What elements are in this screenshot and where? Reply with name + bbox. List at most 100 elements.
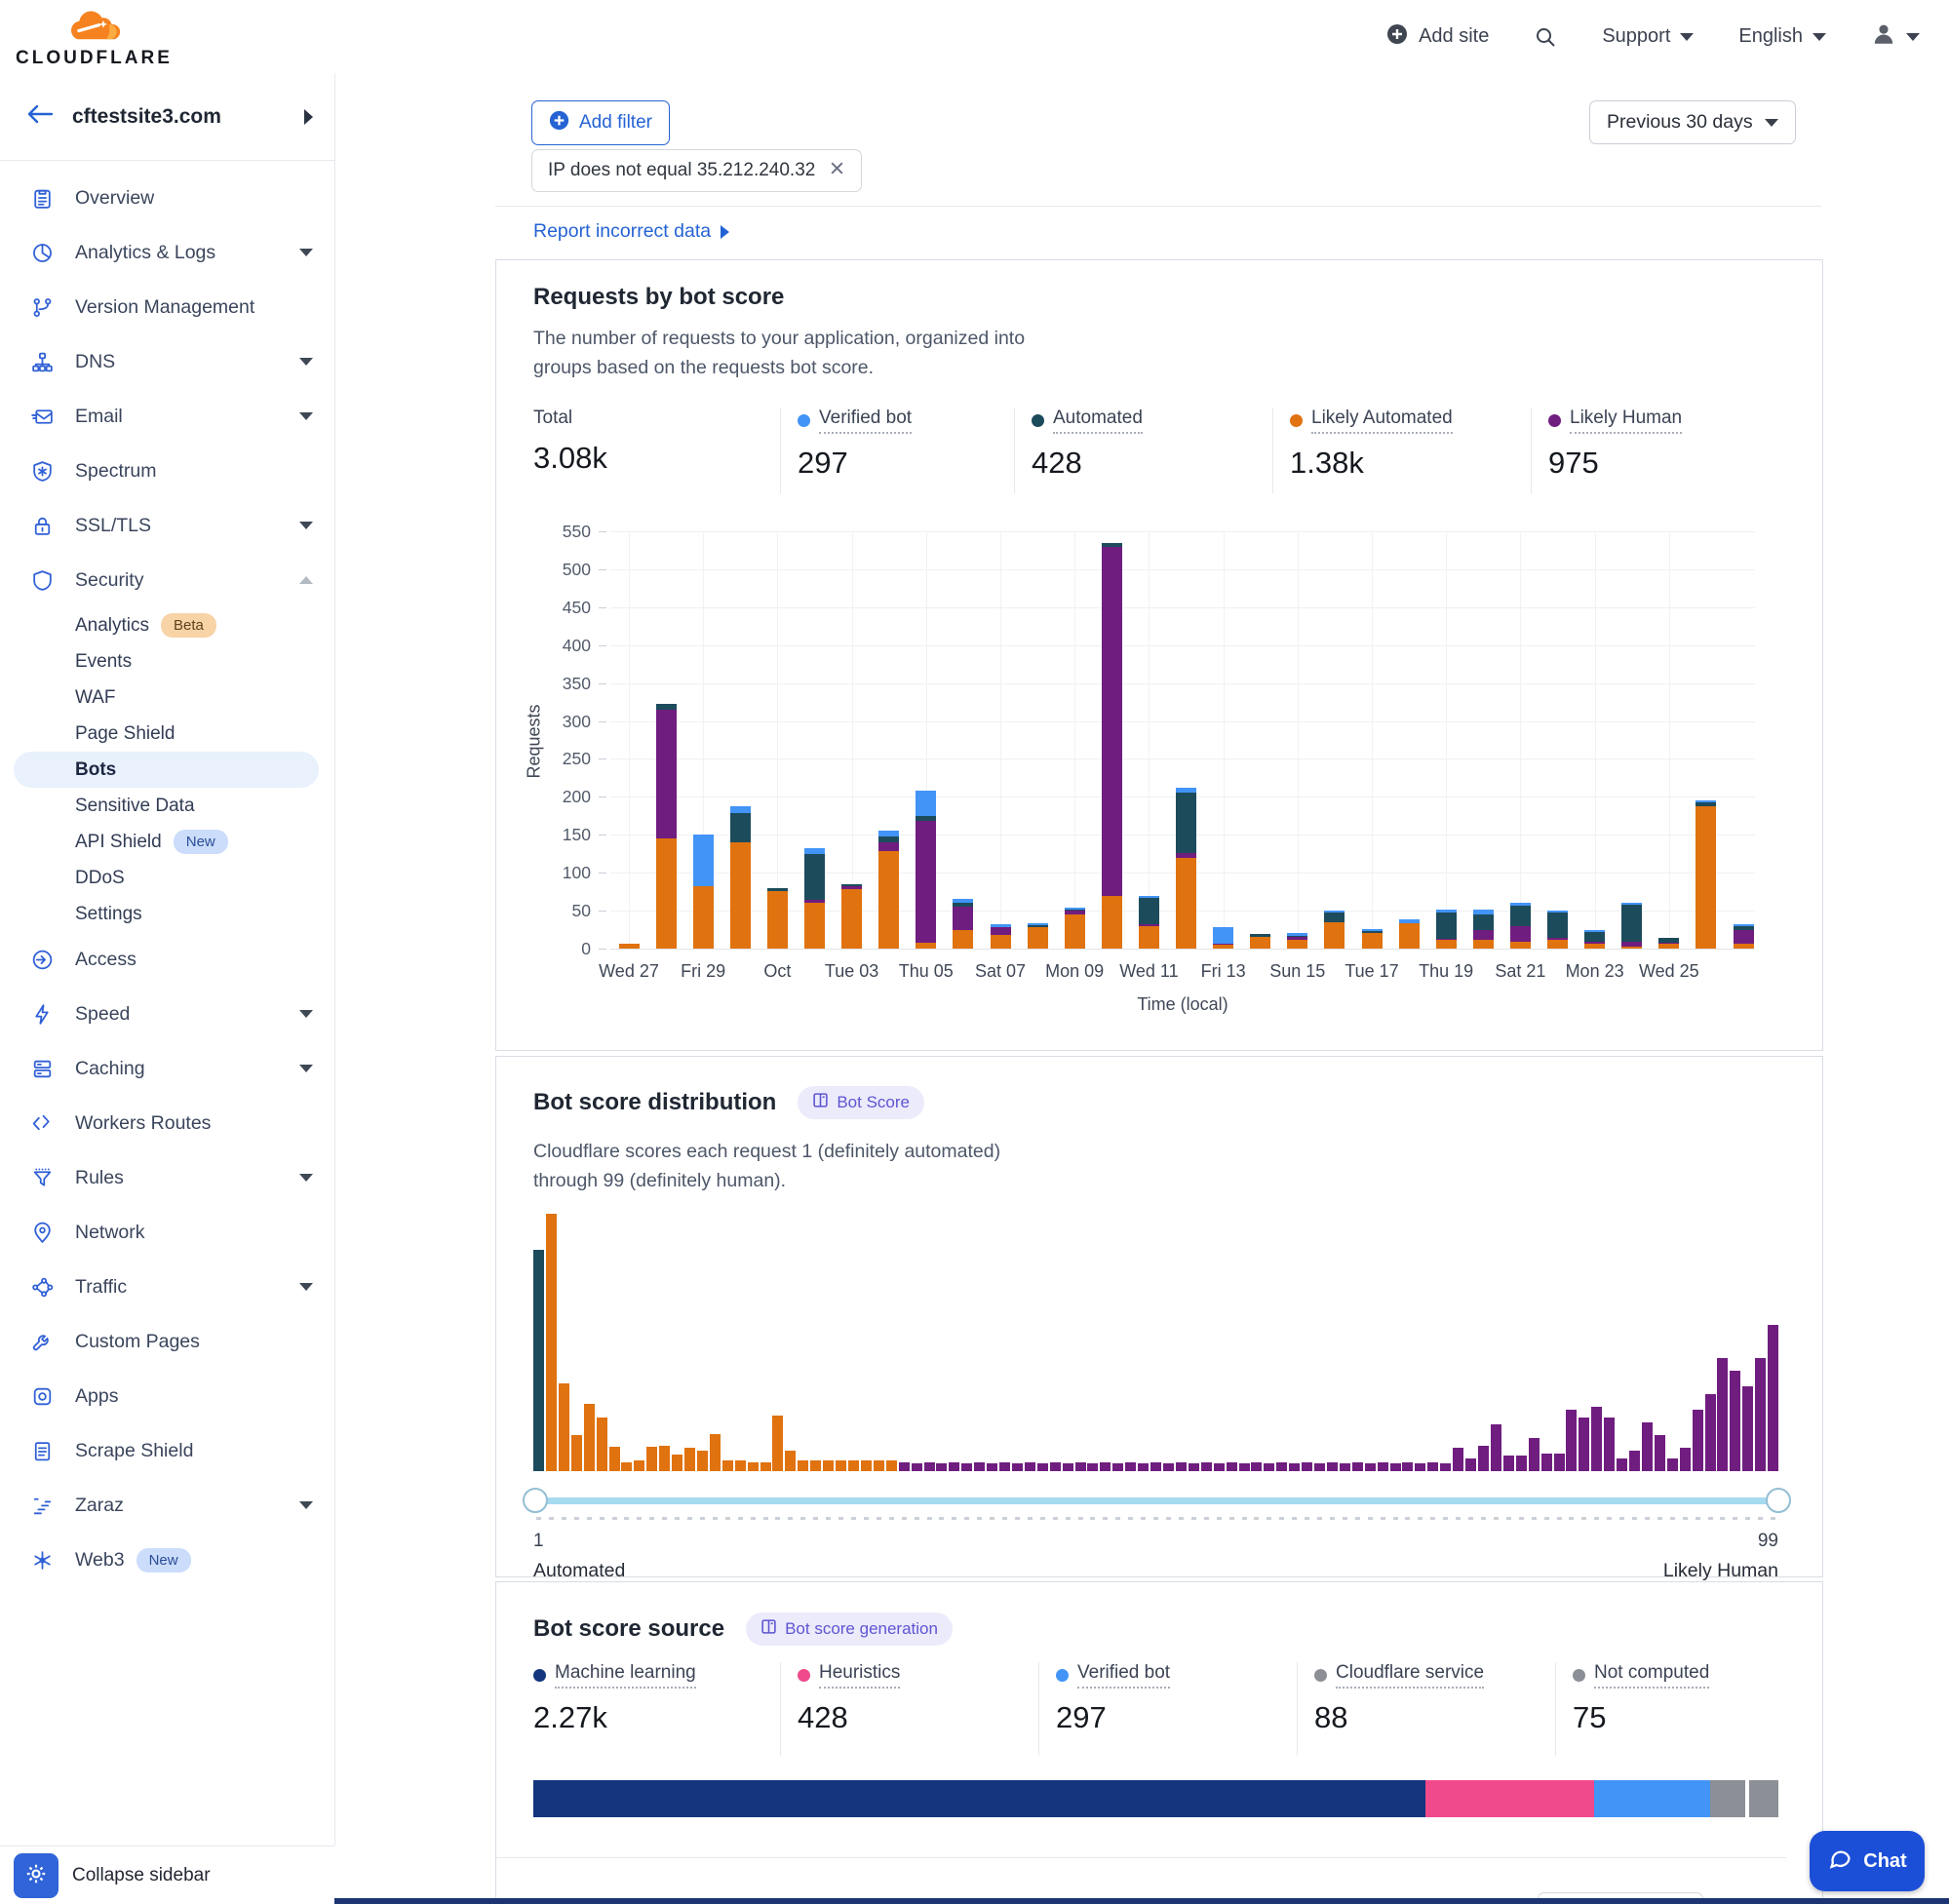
bar-segment-likely_automated[interactable] bbox=[1324, 922, 1345, 949]
histogram-bar[interactable] bbox=[999, 1462, 1010, 1471]
close-icon[interactable] bbox=[829, 160, 845, 182]
histogram-bar[interactable] bbox=[1491, 1424, 1501, 1471]
histogram-bar[interactable] bbox=[810, 1460, 821, 1471]
source-bar-segment-not-computed[interactable] bbox=[1749, 1780, 1778, 1817]
bar-segment-automated[interactable] bbox=[953, 903, 973, 908]
bar-segment-automated[interactable] bbox=[1473, 914, 1494, 930]
sidebar-item-spectrum[interactable]: Spectrum bbox=[0, 444, 334, 498]
report-incorrect-data-link[interactable]: Report incorrect data bbox=[533, 220, 729, 243]
bar-segment-likely_automated[interactable] bbox=[1547, 940, 1568, 949]
bar-segment-verified_bot[interactable] bbox=[1213, 927, 1233, 943]
histogram-bar[interactable] bbox=[772, 1416, 783, 1471]
back-arrow-icon[interactable] bbox=[25, 101, 55, 132]
stat-label-text[interactable]: Verified bot bbox=[1077, 1662, 1170, 1689]
bar-segment-likely_automated[interactable] bbox=[1696, 806, 1716, 949]
slider-handle-max[interactable] bbox=[1766, 1488, 1791, 1513]
histogram-bar[interactable] bbox=[1680, 1448, 1691, 1471]
histogram-bar[interactable] bbox=[1087, 1463, 1098, 1471]
bar-segment-likely_automated[interactable] bbox=[841, 889, 862, 949]
histogram-bar[interactable] bbox=[1655, 1435, 1665, 1471]
histogram-bar[interactable] bbox=[1289, 1463, 1300, 1471]
histogram-bar[interactable] bbox=[760, 1462, 771, 1471]
histogram-bar[interactable] bbox=[1138, 1463, 1149, 1471]
sidebar-item-analytics-logs[interactable]: Analytics & Logs bbox=[0, 225, 334, 280]
histogram-bar[interactable] bbox=[1742, 1386, 1753, 1471]
sidebar-item-speed[interactable]: Speed bbox=[0, 987, 334, 1041]
bar-segment-likely_automated[interactable] bbox=[804, 903, 825, 949]
histogram-bar[interactable] bbox=[874, 1460, 884, 1471]
histogram-bar[interactable] bbox=[1617, 1458, 1627, 1471]
stat-label-text[interactable]: Heuristics bbox=[819, 1662, 900, 1689]
histogram-bar[interactable] bbox=[1768, 1325, 1778, 1471]
histogram-bar[interactable] bbox=[597, 1418, 607, 1471]
bar-segment-automated[interactable] bbox=[730, 813, 751, 842]
collapse-sidebar-label[interactable]: Collapse sidebar bbox=[72, 1865, 211, 1886]
histogram-bar[interactable] bbox=[584, 1404, 595, 1471]
bar-segment-likely_human[interactable] bbox=[916, 821, 936, 943]
histogram-bar[interactable] bbox=[609, 1447, 620, 1471]
sidebar-item-access[interactable]: Access bbox=[0, 932, 334, 987]
bar-segment-verified_bot[interactable] bbox=[1436, 910, 1457, 913]
bar-segment-likely_automated[interactable] bbox=[1584, 944, 1605, 949]
sidebar-item-overview[interactable]: Overview bbox=[0, 171, 334, 225]
bar-segment-likely_automated[interactable] bbox=[1510, 942, 1531, 949]
bar-segment-likely_automated[interactable] bbox=[693, 886, 714, 949]
bar-segment-likely_automated[interactable] bbox=[1176, 858, 1196, 949]
bar-segment-automated[interactable] bbox=[1324, 913, 1345, 921]
histogram-bar[interactable] bbox=[1075, 1462, 1086, 1471]
histogram-bar[interactable] bbox=[1465, 1458, 1476, 1471]
sidebar-item-bots[interactable]: Bots bbox=[14, 752, 319, 788]
bar-segment-automated[interactable] bbox=[1658, 938, 1679, 943]
bar-segment-likely_automated[interactable] bbox=[991, 935, 1011, 949]
histogram-bar[interactable] bbox=[1402, 1462, 1413, 1471]
histogram-bar[interactable] bbox=[886, 1460, 897, 1471]
bar-segment-automated[interactable] bbox=[916, 816, 936, 821]
bar-segment-verified_bot[interactable] bbox=[1547, 911, 1568, 913]
language-menu[interactable]: English bbox=[1738, 25, 1826, 48]
bar-segment-likely_automated[interactable] bbox=[767, 891, 788, 949]
histogram-bar[interactable] bbox=[546, 1214, 557, 1471]
histogram-bar[interactable] bbox=[1201, 1462, 1212, 1471]
stat-label-text[interactable]: Automated bbox=[1053, 408, 1143, 434]
histogram-bar[interactable] bbox=[748, 1462, 759, 1471]
histogram-bar[interactable] bbox=[684, 1448, 695, 1471]
histogram-bar[interactable] bbox=[672, 1455, 682, 1471]
histogram-bar[interactable] bbox=[936, 1463, 947, 1471]
histogram-bar[interactable] bbox=[1440, 1463, 1451, 1471]
bar-segment-likely_human[interactable] bbox=[1287, 937, 1307, 939]
histogram-bar[interactable] bbox=[987, 1463, 997, 1471]
histogram-bar[interactable] bbox=[559, 1383, 569, 1471]
histogram-bar[interactable] bbox=[1302, 1462, 1312, 1471]
source-bar-segment-cloudflare-service[interactable] bbox=[1710, 1780, 1744, 1817]
histogram-bar[interactable] bbox=[848, 1460, 859, 1471]
bar-segment-likely_automated[interactable] bbox=[730, 842, 751, 949]
histogram-bar[interactable] bbox=[646, 1447, 657, 1471]
sidebar-item-web3[interactable]: Web3New bbox=[0, 1533, 334, 1587]
histogram-bar[interactable] bbox=[1012, 1463, 1023, 1471]
histogram-bar[interactable] bbox=[1591, 1407, 1602, 1471]
histogram-bar[interactable] bbox=[1264, 1463, 1274, 1471]
histogram-bar[interactable] bbox=[1667, 1458, 1678, 1471]
histogram-bar[interactable] bbox=[621, 1462, 632, 1471]
bar-segment-likely_human[interactable] bbox=[841, 886, 862, 889]
chevron-right-icon[interactable] bbox=[304, 109, 313, 125]
sidebar-item-settings[interactable]: Settings bbox=[0, 896, 334, 932]
histogram-bar[interactable] bbox=[1516, 1456, 1527, 1471]
bar-segment-verified_bot[interactable] bbox=[878, 831, 899, 835]
bar-segment-automated[interactable] bbox=[878, 836, 899, 842]
stat-label-text[interactable]: Cloudflare service bbox=[1336, 1662, 1484, 1689]
sidebar-item-version-management[interactable]: Version Management bbox=[0, 280, 334, 334]
add-site-button[interactable]: Add site bbox=[1385, 22, 1489, 52]
bar-segment-verified_bot[interactable] bbox=[953, 899, 973, 902]
sidebar-item-events[interactable]: Events bbox=[0, 643, 334, 680]
sidebar-item-email[interactable]: Email bbox=[0, 389, 334, 444]
histogram-bar[interactable] bbox=[659, 1446, 670, 1471]
histogram-bar[interactable] bbox=[823, 1460, 834, 1471]
histogram-bar[interactable] bbox=[1755, 1358, 1766, 1471]
histogram-bar[interactable] bbox=[899, 1462, 910, 1471]
stat-label-text[interactable]: Verified bot bbox=[819, 408, 912, 434]
histogram-bar[interactable] bbox=[1176, 1462, 1187, 1471]
histogram-bar[interactable] bbox=[798, 1460, 808, 1471]
bar-segment-likely_human[interactable] bbox=[991, 927, 1011, 935]
bar-segment-likely_automated[interactable] bbox=[1139, 926, 1159, 949]
